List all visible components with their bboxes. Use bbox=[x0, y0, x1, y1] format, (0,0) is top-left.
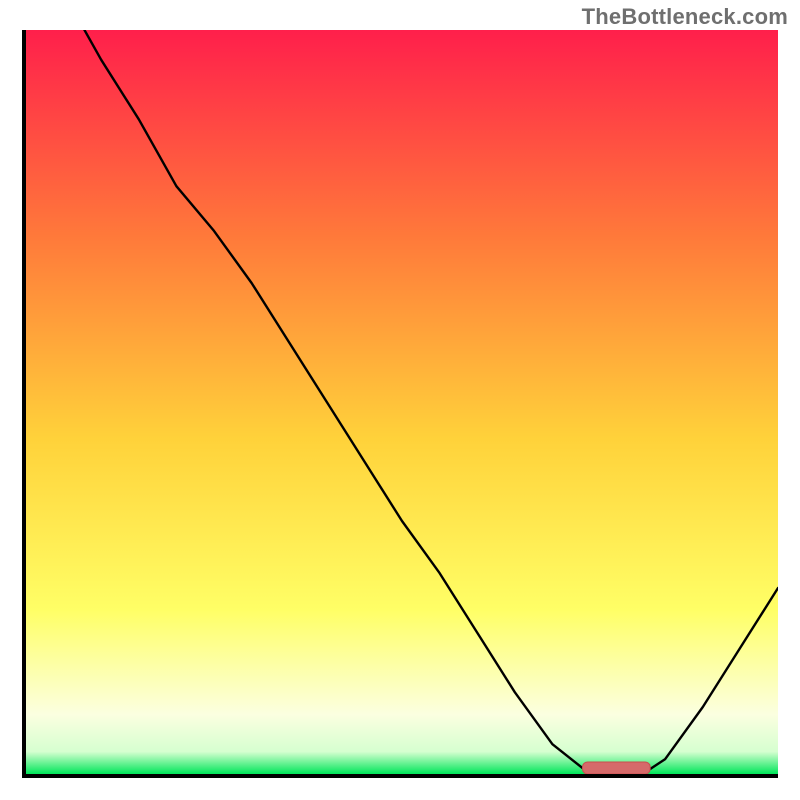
watermark-text: TheBottleneck.com bbox=[582, 4, 788, 30]
plot-area bbox=[22, 30, 778, 778]
plot-inner bbox=[26, 30, 778, 774]
chart-frame: TheBottleneck.com bbox=[0, 0, 800, 800]
optimal-range-marker bbox=[583, 762, 651, 774]
chart-svg bbox=[26, 30, 778, 774]
gradient-background bbox=[26, 30, 778, 774]
